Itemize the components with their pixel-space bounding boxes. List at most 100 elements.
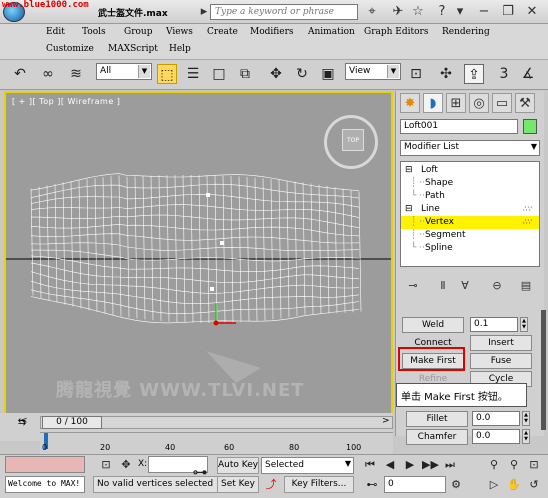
reference-coordinate-dropdown[interactable]: View ▼	[345, 63, 401, 80]
weld-spinner-icon[interactable]: ▲ ▼	[520, 317, 528, 332]
menu-help[interactable]: Help	[169, 44, 191, 54]
go-to-start-icon[interactable]: ⏮	[362, 457, 378, 473]
object-color-swatch[interactable]	[523, 119, 537, 134]
zoom-extents-icon[interactable]: ⊡	[526, 457, 542, 473]
stack-item-segment[interactable]: ┊ ·· Segment	[401, 229, 539, 242]
stack-item-path[interactable]: └ ·· Path	[401, 190, 539, 203]
menu-graph-editors[interactable]: Graph Editors	[364, 27, 428, 37]
fillet-spinner-icon[interactable]: ▲ ▼	[522, 411, 530, 426]
fillet-amount-input[interactable]: 0.0	[472, 411, 520, 426]
insert-button[interactable]: Insert	[470, 335, 532, 351]
absolute-mode-icon[interactable]: ✥	[118, 457, 134, 473]
orbit-icon[interactable]: ↺	[526, 477, 542, 493]
menu-maxscript[interactable]: MAXScript	[108, 44, 158, 54]
menu-tools[interactable]: Tools	[82, 27, 106, 37]
prev-frame-icon[interactable]: <	[20, 416, 28, 426]
star-icon[interactable]: ☆	[410, 4, 426, 20]
key-filters-button[interactable]: Key Filters...	[284, 476, 354, 493]
help-dropdown-icon[interactable]: ▾	[452, 4, 468, 20]
help-icon[interactable]: ?	[434, 4, 450, 20]
menu-modifiers[interactable]: Modifiers	[250, 27, 294, 37]
fillet-button[interactable]: Fillet	[406, 411, 468, 427]
menu-animation[interactable]: Animation	[308, 27, 355, 37]
rectangle-region-icon[interactable]: □	[209, 64, 229, 84]
chamfer-amount-input[interactable]: 0.0	[472, 429, 520, 444]
pivot-center-icon[interactable]: ⊡	[406, 64, 426, 84]
collapse-toggle-icon[interactable]: ⊟	[405, 164, 413, 177]
weld-threshold-input[interactable]: 0.1	[470, 317, 518, 332]
create-tab-icon[interactable]: ✸	[400, 93, 420, 113]
time-configuration-icon[interactable]: ⚙	[448, 477, 464, 493]
lock-selection-icon[interactable]: ⊡	[98, 457, 114, 473]
menu-edit[interactable]: Edit	[46, 27, 65, 37]
key-mode-icon[interactable]: ⊷	[364, 477, 380, 493]
stack-item-shape[interactable]: ┊ ·· Shape	[401, 177, 539, 190]
next-frame-icon[interactable]: >	[382, 416, 390, 426]
time-slider-thumb[interactable]: 0 / 100	[42, 416, 102, 429]
motion-tab-icon[interactable]: ◎	[469, 93, 489, 113]
rotate-icon[interactable]: ↻	[292, 64, 312, 84]
move-icon[interactable]: ✥	[266, 64, 286, 84]
stack-item-loft[interactable]: ⊟ Loft	[401, 164, 539, 177]
welcome-prompt[interactable]: Welcome to MAX!	[5, 476, 85, 493]
satellite-icon[interactable]: ✈	[390, 4, 406, 20]
display-tab-icon[interactable]: ▭	[492, 93, 512, 113]
link-icon[interactable]: ∞	[38, 64, 58, 84]
stack-item-line[interactable]: ⊟ Line ∴∵	[401, 203, 539, 216]
menu-group[interactable]: Group	[124, 27, 152, 37]
zoom-all-icon[interactable]: ⚲	[506, 457, 522, 473]
pan-view-icon[interactable]: ✋	[506, 477, 522, 493]
chamfer-button[interactable]: Chamfer	[406, 429, 468, 445]
modify-tab-icon[interactable]: ◗	[423, 93, 443, 113]
utilities-tab-icon[interactable]: ⚒	[515, 93, 535, 113]
angle-snap-icon[interactable]: ∡	[518, 64, 538, 84]
minimize-icon[interactable]: −	[476, 4, 492, 20]
viewport-top[interactable]: [ + ][ Top ][ Wireframe ] TOP 腾龍視覺 WWW.T…	[4, 91, 393, 426]
select-object-icon[interactable]: ⬚	[157, 64, 177, 84]
zoom-icon[interactable]: ⚲	[486, 457, 502, 473]
restore-icon[interactable]: ❐	[500, 4, 516, 20]
stack-item-vertex[interactable]: ┊ ·· Vertex ∴∵	[401, 216, 539, 229]
selection-filter-dropdown[interactable]: All ▼	[96, 63, 152, 80]
key-set-dropdown[interactable]: Selected ▼	[261, 457, 354, 474]
set-key-button[interactable]: Set Key	[217, 476, 259, 493]
maxscript-listener-field[interactable]	[5, 456, 85, 473]
scale-icon[interactable]: ▣	[318, 64, 338, 84]
object-name-input[interactable]: Loft001	[400, 119, 518, 134]
viewport-label[interactable]: [ + ][ Top ][ Wireframe ]	[12, 97, 120, 106]
close-icon[interactable]: ✕	[524, 4, 540, 20]
default-tangent-icon[interactable]: ⤴	[263, 477, 279, 493]
show-end-result-icon[interactable]: Ⅱ	[434, 277, 452, 295]
select-and-manipulate-icon[interactable]: ✣	[436, 64, 456, 84]
viewcube-face[interactable]: TOP	[342, 129, 364, 151]
snaps-toggle-icon[interactable]: 3	[494, 64, 514, 84]
play-icon[interactable]: ▶	[402, 457, 418, 473]
fuse-button[interactable]: Fuse	[470, 353, 532, 369]
collapse-toggle-icon[interactable]: ⊟	[405, 203, 413, 216]
bind-spacewarp-icon[interactable]: ≋	[66, 64, 86, 84]
weld-button[interactable]: Weld	[402, 317, 464, 333]
window-crossing-icon[interactable]: ⧉	[235, 64, 255, 84]
configure-modifier-sets-icon[interactable]: ▤	[517, 277, 535, 295]
make-unique-icon[interactable]: ∀	[456, 277, 474, 295]
modifier-list-dropdown[interactable]: Modifier List ▼	[400, 140, 540, 156]
keyboard-shortcut-override-icon[interactable]: ⇪	[464, 64, 484, 84]
auto-key-button[interactable]: Auto Key	[217, 457, 259, 474]
select-by-name-icon[interactable]: ☰	[183, 64, 203, 84]
track-bar[interactable]: 0 20 40 60 80 100	[40, 432, 393, 454]
menu-create[interactable]: Create	[207, 27, 238, 37]
search-input[interactable]: Type a keyword or phrase	[210, 4, 358, 20]
key-icon[interactable]: ⊶	[192, 464, 208, 480]
panel-scrollbar[interactable]	[541, 310, 546, 430]
previous-frame-icon[interactable]: ◀	[382, 457, 398, 473]
undo-icon[interactable]: ↶	[10, 64, 30, 84]
chamfer-spinner-icon[interactable]: ▲ ▼	[522, 429, 530, 444]
current-frame-input[interactable]: 0	[384, 476, 446, 493]
remove-modifier-icon[interactable]: ⊖	[488, 277, 506, 295]
field-of-view-icon[interactable]: ▷	[486, 477, 502, 493]
next-frame-icon[interactable]: ▶▶	[422, 457, 439, 473]
menu-views[interactable]: Views	[166, 27, 193, 37]
menu-customize[interactable]: Customize	[46, 44, 94, 54]
pin-stack-icon[interactable]: ⊸	[404, 277, 422, 295]
binoculars-icon[interactable]: ⌖	[364, 4, 380, 20]
